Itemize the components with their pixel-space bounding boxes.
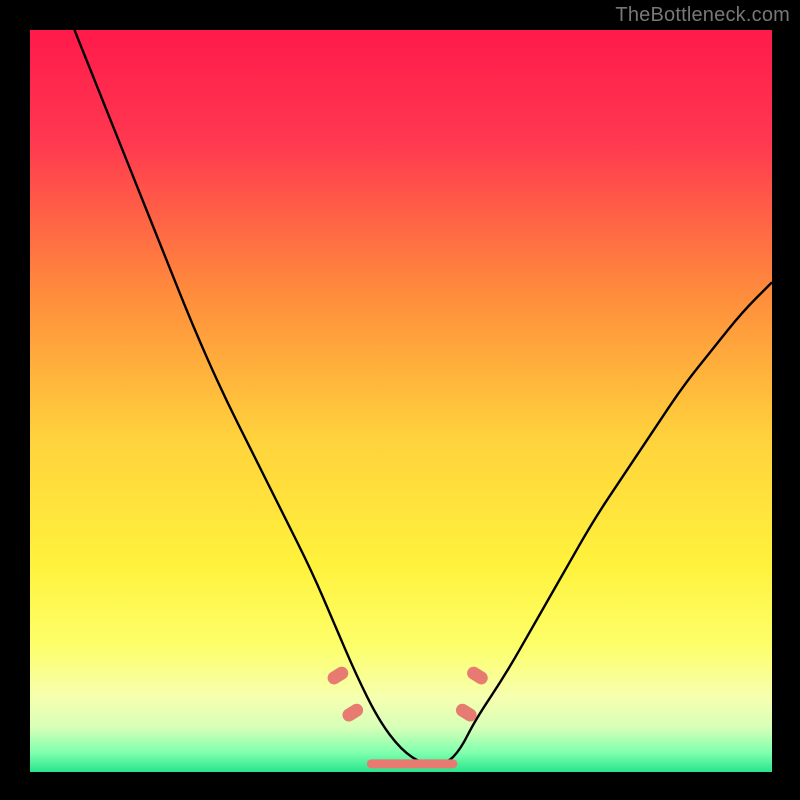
curve-marker [465, 664, 491, 687]
attribution-label: TheBottleneck.com [615, 4, 790, 27]
bottleneck-curve [30, 30, 772, 772]
chart-frame: TheBottleneck.com [0, 0, 800, 800]
plot-area [30, 30, 772, 772]
curve-marker [340, 701, 366, 724]
curve-marker [325, 664, 351, 687]
